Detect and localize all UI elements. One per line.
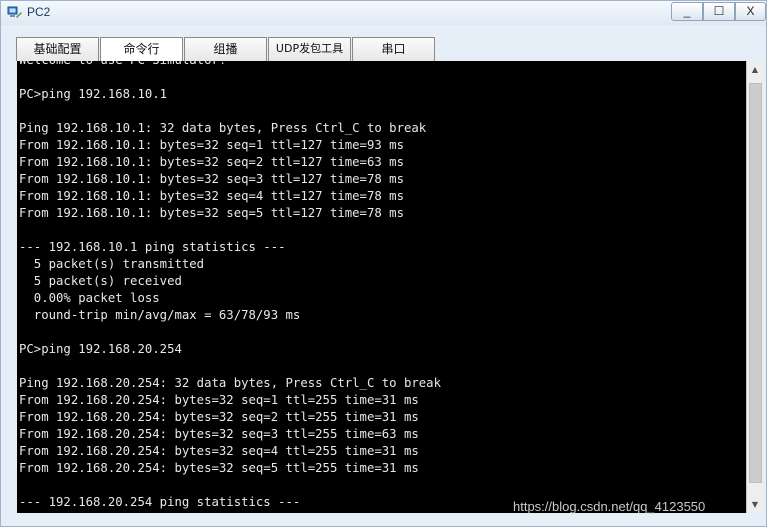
title-bar[interactable]: PC2 _ ☐ X: [1, 1, 766, 25]
terminal-scrollbar[interactable]: ▲ ▼: [746, 61, 763, 513]
pc-app-icon: [7, 6, 22, 18]
terminal-line: From 192.168.20.254: bytes=32 seq=1 ttl=…: [19, 393, 419, 407]
terminal-line: From 192.168.10.1: bytes=32 seq=5 ttl=12…: [19, 206, 404, 220]
tab-serial-port[interactable]: 串口: [352, 37, 435, 61]
terminal-line: From 192.168.20.254: bytes=32 seq=5 ttl=…: [19, 461, 419, 475]
window-title: PC2: [27, 5, 51, 19]
pc2-window: PC2 _ ☐ X 基础配置 命令行 组播 UDP发包工具 串口 Welcome…: [0, 0, 767, 527]
scroll-thumb[interactable]: [749, 83, 762, 483]
scroll-down-arrow-icon[interactable]: ▼: [747, 496, 763, 513]
terminal-line: Ping 192.168.20.254: 32 data bytes, Pres…: [19, 376, 441, 390]
watermark: https://blog.csdn.net/qq_4123550: [513, 499, 706, 514]
terminal-line: Welcome to use PC Simulator!: [19, 61, 441, 69]
terminal-line: From 192.168.10.1: bytes=32 seq=2 ttl=12…: [19, 155, 404, 169]
terminal-line: 5 packet(s) transmitted: [19, 257, 205, 271]
maximize-button[interactable]: ☐: [703, 2, 735, 21]
terminal-line: --- 192.168.20.254 ping statistics ---: [19, 495, 301, 509]
terminal-line: PC>ping 192.168.20.254: [19, 342, 182, 356]
tab-basic-config[interactable]: 基础配置: [16, 37, 99, 61]
terminal-line: PC>ping 192.168.10.1: [19, 87, 168, 101]
minimize-button[interactable]: _: [671, 2, 703, 21]
terminal-output: Welcome to use PC Simulator! PC>ping 192.…: [19, 61, 441, 511]
terminal-line: From 192.168.10.1: bytes=32 seq=3 ttl=12…: [19, 172, 404, 186]
close-button[interactable]: X: [735, 2, 766, 21]
tab-multicast[interactable]: 组播: [184, 37, 267, 61]
scroll-up-arrow-icon[interactable]: ▲: [747, 61, 763, 78]
terminal-line: 5 packet(s) received: [19, 274, 182, 288]
terminal-line: From 192.168.10.1: bytes=32 seq=1 ttl=12…: [19, 138, 404, 152]
command-terminal[interactable]: Welcome to use PC Simulator! PC>ping 192.…: [17, 61, 746, 513]
terminal-line: round-trip min/avg/max = 63/78/93 ms: [19, 308, 301, 322]
terminal-line: From 192.168.20.254: bytes=32 seq=2 ttl=…: [19, 410, 419, 424]
terminal-line: From 192.168.20.254: bytes=32 seq=3 ttl=…: [19, 427, 419, 441]
terminal-line: From 192.168.10.1: bytes=32 seq=4 ttl=12…: [19, 189, 404, 203]
terminal-line: Ping 192.168.10.1: 32 data bytes, Press …: [19, 121, 427, 135]
tab-udp-tool[interactable]: UDP发包工具: [268, 37, 351, 61]
terminal-line: --- 192.168.10.1 ping statistics ---: [19, 240, 286, 254]
tab-command-line[interactable]: 命令行: [100, 37, 183, 62]
terminal-line: 0.00% packet loss: [19, 291, 160, 305]
terminal-line: From 192.168.20.254: bytes=32 seq=4 ttl=…: [19, 444, 419, 458]
